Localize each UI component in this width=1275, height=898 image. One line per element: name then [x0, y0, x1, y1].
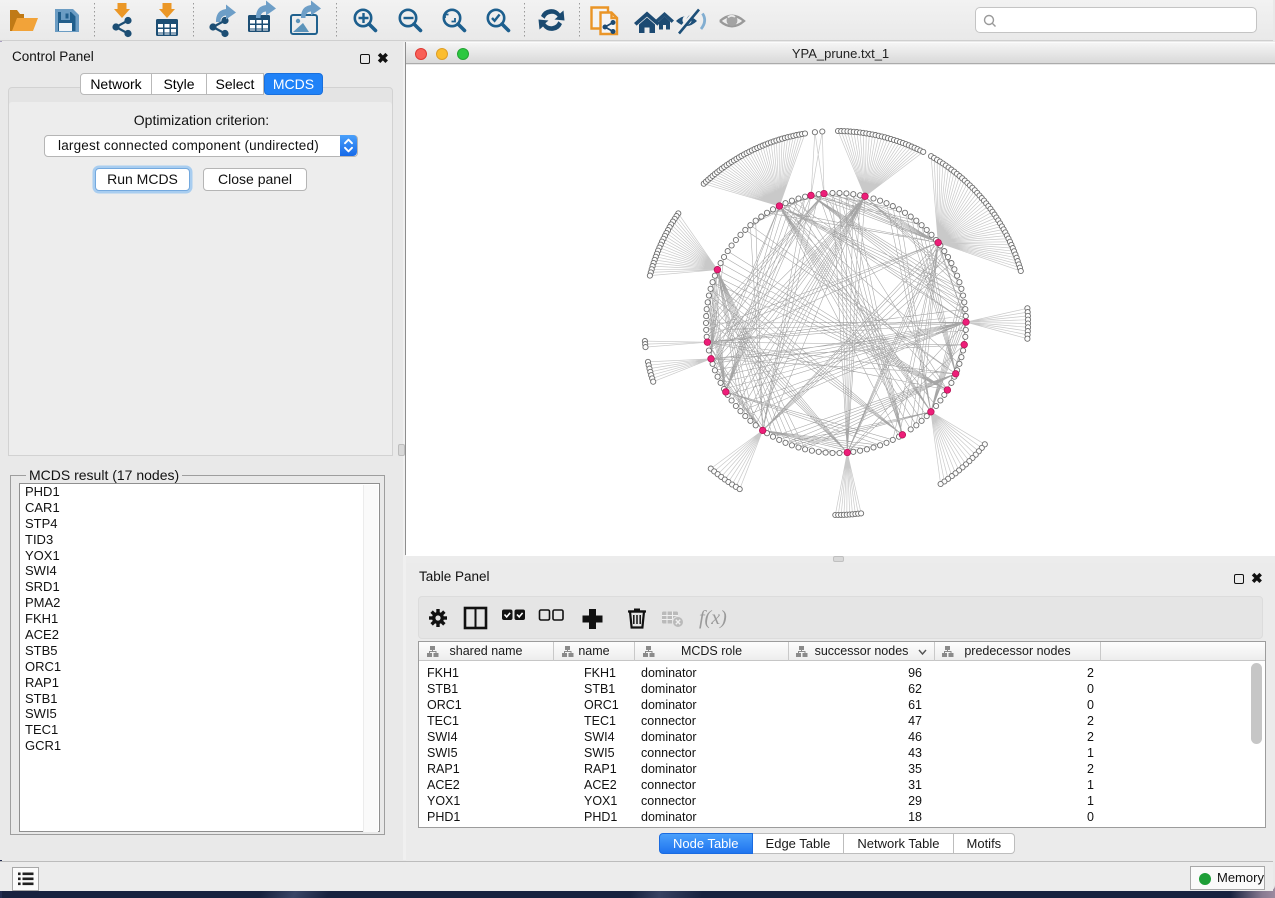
svg-text:f(x): f(x)	[699, 607, 727, 629]
